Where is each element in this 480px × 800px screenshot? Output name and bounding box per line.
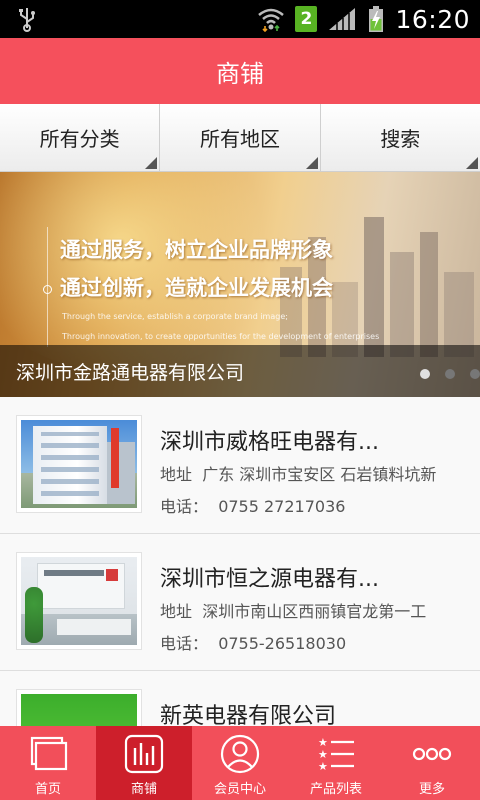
status-bar: 2 16:20 (0, 0, 480, 38)
svg-text:★: ★ (318, 760, 328, 773)
green-photo (21, 694, 137, 727)
bar-chart-icon (124, 734, 164, 774)
phone-value: 0755 27217036 (218, 497, 346, 516)
tab-product-list-label: 产品列表 (309, 782, 362, 797)
tab-shops[interactable]: 商铺 (96, 726, 192, 800)
tab-member-center-label: 会员中心 (213, 782, 266, 797)
page-title: 商铺 (216, 59, 264, 88)
dropdown-corner-icon (145, 157, 158, 169)
carousel-dot-3[interactable] (470, 369, 480, 379)
office-photo-wall (37, 563, 125, 609)
office-photo-plant (25, 587, 43, 643)
address-label: 地址 (160, 602, 193, 621)
shop-name: 深圳市威格旺电器有... (160, 430, 379, 455)
more-dots-icon (412, 747, 452, 761)
tab-product-list[interactable]: ★ ★ ★ 产品列表 (288, 726, 384, 800)
banner-slogan-1: 通过服务，树立企业品牌形象 (60, 238, 333, 262)
battery-charging-icon (369, 6, 384, 32)
user-icon (220, 734, 260, 774)
banner-caption: 深圳市金路通电器有限公司 (16, 361, 245, 384)
address-label: 地址 (160, 465, 193, 484)
search-label: 搜索 (380, 127, 421, 151)
tab-more[interactable]: 更多 (384, 726, 480, 800)
address-value: 深圳市南山区西丽镇官龙第一工 (202, 602, 427, 621)
app-screen: 2 16:20 商铺 所有分类 所有地区 搜索 通过服务，树立企业品牌形象 通过… (0, 0, 480, 800)
banner-carousel[interactable]: 通过服务，树立企业品牌形象 通过创新，造就企业发展机会 Through the … (0, 172, 480, 397)
banner-caption-bar: 深圳市金路通电器有限公司 (0, 345, 480, 397)
office-photo (21, 557, 137, 645)
tab-more-label: 更多 (418, 782, 445, 797)
star-list-icon: ★ ★ ★ (318, 736, 354, 773)
phone-value: 0755-26518030 (218, 634, 347, 653)
filter-region-button[interactable]: 所有地区 (160, 104, 321, 171)
title-bar: 商铺 (0, 38, 480, 104)
shop-list[interactable]: 深圳市威格旺电器有... 地址 广东 深圳市宝安区 石岩镇料坑新 电话： 075… (0, 397, 480, 727)
shop-list-item[interactable]: 新英电器有限公司 (0, 671, 480, 727)
shop-thumbnail (16, 689, 142, 727)
carousel-dot-2[interactable] (445, 369, 455, 379)
banner-english-2: Through innovation, to create opportunit… (62, 332, 380, 341)
filter-category-label: 所有分类 (39, 127, 120, 151)
shop-list-item[interactable]: 深圳市恒之源电器有... 地址 深圳市南山区西丽镇官龙第一工 电话： 0755-… (0, 534, 480, 671)
banner-bullet-icon (43, 285, 52, 294)
tab-member-center[interactable]: 会员中心 (192, 726, 288, 800)
filter-category-button[interactable]: 所有分类 (0, 104, 161, 171)
usb-icon (19, 8, 35, 32)
shop-address: 地址 广东 深圳市宝安区 石岩镇料坑新 (160, 461, 464, 485)
search-button[interactable]: 搜索 (321, 104, 480, 171)
building-photo-sign (111, 428, 119, 488)
tab-home-label: 首页 (34, 782, 61, 797)
shop-phone: 电话： 0755 27217036 (160, 493, 345, 517)
shop-thumbnail (16, 552, 142, 650)
home-window-icon (30, 736, 68, 771)
tab-shops-label: 商铺 (130, 782, 157, 797)
shop-thumbnail (16, 415, 142, 513)
filter-bar: 所有分类 所有地区 搜索 (0, 104, 480, 172)
shop-phone: 电话： 0755-26518030 (160, 630, 346, 654)
dropdown-corner-icon (305, 157, 318, 169)
dropdown-corner-icon (465, 157, 478, 169)
building-photo (21, 420, 137, 508)
filter-region-label: 所有地区 (199, 127, 280, 151)
shop-name: 新英电器有限公司 (160, 704, 337, 727)
building-photo-main (33, 426, 107, 504)
shop-name: 深圳市恒之源电器有... (160, 567, 379, 592)
bottom-tab-bar: 首页 商铺 会员中心 ★ ★ ★ 产品列表 更多 (0, 726, 480, 800)
carousel-indicator (420, 369, 480, 379)
carousel-dot-1[interactable] (420, 369, 430, 379)
shop-address: 地址 深圳市南山区西丽镇官龙第一工 (160, 598, 464, 622)
clock: 16:20 (395, 4, 470, 34)
shop-list-item[interactable]: 深圳市威格旺电器有... 地址 广东 深圳市宝安区 石岩镇料坑新 电话： 075… (0, 397, 480, 534)
wifi-icon (258, 8, 285, 32)
office-photo-desk (57, 619, 131, 635)
tab-home[interactable]: 首页 (0, 726, 96, 800)
address-value: 广东 深圳市宝安区 石岩镇料坑新 (202, 465, 437, 484)
phone-label: 电话： (160, 497, 209, 516)
phone-label: 电话： (160, 634, 209, 653)
signal-icon (329, 8, 356, 30)
banner-english-1: Through the service, establish a corpora… (62, 312, 288, 321)
sim-slot-badge: 2 (295, 6, 318, 32)
banner-slogan-2: 通过创新，造就企业发展机会 (60, 276, 333, 300)
